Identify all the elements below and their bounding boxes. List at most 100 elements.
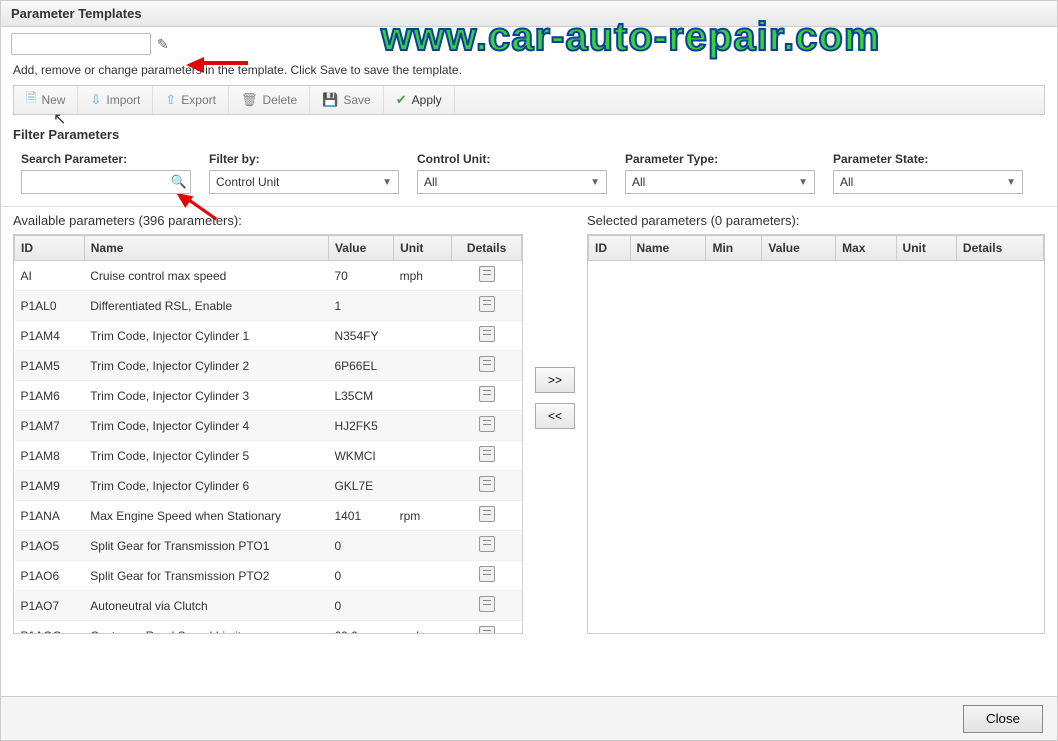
export-button[interactable]: ⇧ Export bbox=[153, 86, 229, 114]
search-icon[interactable]: 🔍 bbox=[171, 174, 187, 190]
cell-name: Differentiated RSL, Enable bbox=[84, 291, 328, 321]
available-table: ID Name Value Unit Details AICruise cont… bbox=[14, 235, 522, 633]
filter-row: Search Parameter: 🔍 Filter by: Control U… bbox=[1, 146, 1057, 207]
cell-details[interactable] bbox=[452, 321, 522, 351]
sel-col-id[interactable]: ID bbox=[589, 236, 631, 261]
col-id[interactable]: ID bbox=[15, 236, 85, 261]
details-icon[interactable] bbox=[479, 536, 495, 552]
template-selector-row: ✎ bbox=[1, 27, 1057, 61]
cell-id: P1AM6 bbox=[15, 381, 85, 411]
cell-value: 0 bbox=[328, 591, 393, 621]
control-unit-group: Control Unit: All ▼ bbox=[417, 152, 607, 194]
details-icon[interactable] bbox=[479, 266, 495, 282]
import-button[interactable]: ⇩ Import bbox=[78, 86, 153, 114]
delete-button[interactable]: 🗑 Delete bbox=[229, 86, 310, 114]
cell-details[interactable] bbox=[452, 561, 522, 591]
sel-col-value[interactable]: Value bbox=[762, 236, 836, 261]
available-scroll[interactable]: ID Name Value Unit Details AICruise cont… bbox=[14, 235, 522, 633]
control-unit-label: Control Unit: bbox=[417, 152, 607, 166]
cell-details[interactable] bbox=[452, 351, 522, 381]
cell-details[interactable] bbox=[452, 411, 522, 441]
cell-id: P1AM8 bbox=[15, 441, 85, 471]
control-unit-value: All bbox=[424, 175, 437, 189]
cell-id: P1AO7 bbox=[15, 591, 85, 621]
cell-details[interactable] bbox=[452, 381, 522, 411]
cell-id: P1AOC bbox=[15, 621, 85, 634]
cell-details[interactable] bbox=[452, 591, 522, 621]
selected-title: Selected parameters (0 parameters): bbox=[587, 207, 1045, 234]
table-row[interactable]: P1AO6Split Gear for Transmission PTO20 bbox=[15, 561, 522, 591]
cell-unit bbox=[394, 441, 452, 471]
remove-button[interactable]: << bbox=[535, 403, 575, 429]
details-icon[interactable] bbox=[479, 356, 495, 372]
edit-template-icon[interactable]: ✎ bbox=[157, 36, 169, 53]
search-input[interactable] bbox=[21, 170, 191, 194]
control-unit-combo[interactable]: All ▼ bbox=[417, 170, 607, 194]
cell-details[interactable] bbox=[452, 291, 522, 321]
cell-id: P1AM9 bbox=[15, 471, 85, 501]
sel-col-details[interactable]: Details bbox=[956, 236, 1043, 261]
cell-name: Trim Code, Injector Cylinder 2 bbox=[84, 351, 328, 381]
cell-name: Split Gear for Transmission PTO2 bbox=[84, 561, 328, 591]
filter-by-value: Control Unit bbox=[216, 175, 279, 189]
cell-unit bbox=[394, 381, 452, 411]
cell-details[interactable] bbox=[452, 441, 522, 471]
col-name[interactable]: Name bbox=[84, 236, 328, 261]
sel-col-name[interactable]: Name bbox=[630, 236, 706, 261]
cell-name: Trim Code, Injector Cylinder 6 bbox=[84, 471, 328, 501]
parameter-state-combo[interactable]: All ▼ bbox=[833, 170, 1023, 194]
details-icon[interactable] bbox=[479, 506, 495, 522]
sel-col-max[interactable]: Max bbox=[836, 236, 896, 261]
details-icon[interactable] bbox=[479, 476, 495, 492]
cell-details[interactable] bbox=[452, 501, 522, 531]
template-name-field[interactable] bbox=[11, 33, 151, 55]
col-value[interactable]: Value bbox=[328, 236, 393, 261]
col-details[interactable]: Details bbox=[452, 236, 522, 261]
cell-unit bbox=[394, 411, 452, 441]
details-icon[interactable] bbox=[479, 326, 495, 342]
cell-unit bbox=[394, 531, 452, 561]
table-row[interactable]: P1AM4Trim Code, Injector Cylinder 1N354F… bbox=[15, 321, 522, 351]
details-icon[interactable] bbox=[479, 626, 495, 633]
cell-id: P1AL0 bbox=[15, 291, 85, 321]
details-icon[interactable] bbox=[479, 566, 495, 582]
details-icon[interactable] bbox=[479, 386, 495, 402]
cell-name: Autoneutral via Clutch bbox=[84, 591, 328, 621]
add-button[interactable]: >> bbox=[535, 367, 575, 393]
close-button[interactable]: Close bbox=[963, 705, 1043, 733]
sel-col-min[interactable]: Min bbox=[706, 236, 762, 261]
cell-details[interactable] bbox=[452, 621, 522, 634]
table-row[interactable]: P1AOCCustomer Road Speed Limit69.0mph bbox=[15, 621, 522, 634]
filter-by-combo[interactable]: Control Unit ▼ bbox=[209, 170, 399, 194]
table-row[interactable]: P1AO7Autoneutral via Clutch0 bbox=[15, 591, 522, 621]
details-icon[interactable] bbox=[479, 446, 495, 462]
cell-id: P1AO5 bbox=[15, 531, 85, 561]
table-row[interactable]: P1AM5Trim Code, Injector Cylinder 26P66E… bbox=[15, 351, 522, 381]
table-row[interactable]: P1AM9Trim Code, Injector Cylinder 6GKL7E bbox=[15, 471, 522, 501]
cell-value: 6P66EL bbox=[328, 351, 393, 381]
table-row[interactable]: P1AL0Differentiated RSL, Enable1 bbox=[15, 291, 522, 321]
details-icon[interactable] bbox=[479, 296, 495, 312]
cell-details[interactable] bbox=[452, 261, 522, 291]
apply-button[interactable]: ✔ Apply bbox=[384, 86, 455, 114]
export-label: Export bbox=[181, 93, 216, 107]
cell-details[interactable] bbox=[452, 531, 522, 561]
parameter-type-combo[interactable]: All ▼ bbox=[625, 170, 815, 194]
table-row[interactable]: P1ANAMax Engine Speed when Stationary140… bbox=[15, 501, 522, 531]
table-row[interactable]: P1AM8Trim Code, Injector Cylinder 5WKMCI bbox=[15, 441, 522, 471]
parameter-type-group: Parameter Type: All ▼ bbox=[625, 152, 815, 194]
save-label: Save bbox=[343, 93, 370, 107]
details-icon[interactable] bbox=[479, 416, 495, 432]
table-row[interactable]: P1AM7Trim Code, Injector Cylinder 4HJ2FK… bbox=[15, 411, 522, 441]
col-unit[interactable]: Unit bbox=[394, 236, 452, 261]
table-row[interactable]: P1AO5Split Gear for Transmission PTO10 bbox=[15, 531, 522, 561]
cell-value: 69.0 bbox=[328, 621, 393, 634]
sel-col-unit[interactable]: Unit bbox=[896, 236, 956, 261]
table-row[interactable]: P1AM6Trim Code, Injector Cylinder 3L35CM bbox=[15, 381, 522, 411]
cell-details[interactable] bbox=[452, 471, 522, 501]
new-button[interactable]: 🗎 New bbox=[14, 86, 78, 114]
details-icon[interactable] bbox=[479, 596, 495, 612]
save-button[interactable]: 💾 Save bbox=[310, 86, 384, 114]
table-row[interactable]: AICruise control max speed70mph bbox=[15, 261, 522, 291]
selected-scroll[interactable]: ID Name Min Value Max Unit Details bbox=[588, 235, 1044, 633]
